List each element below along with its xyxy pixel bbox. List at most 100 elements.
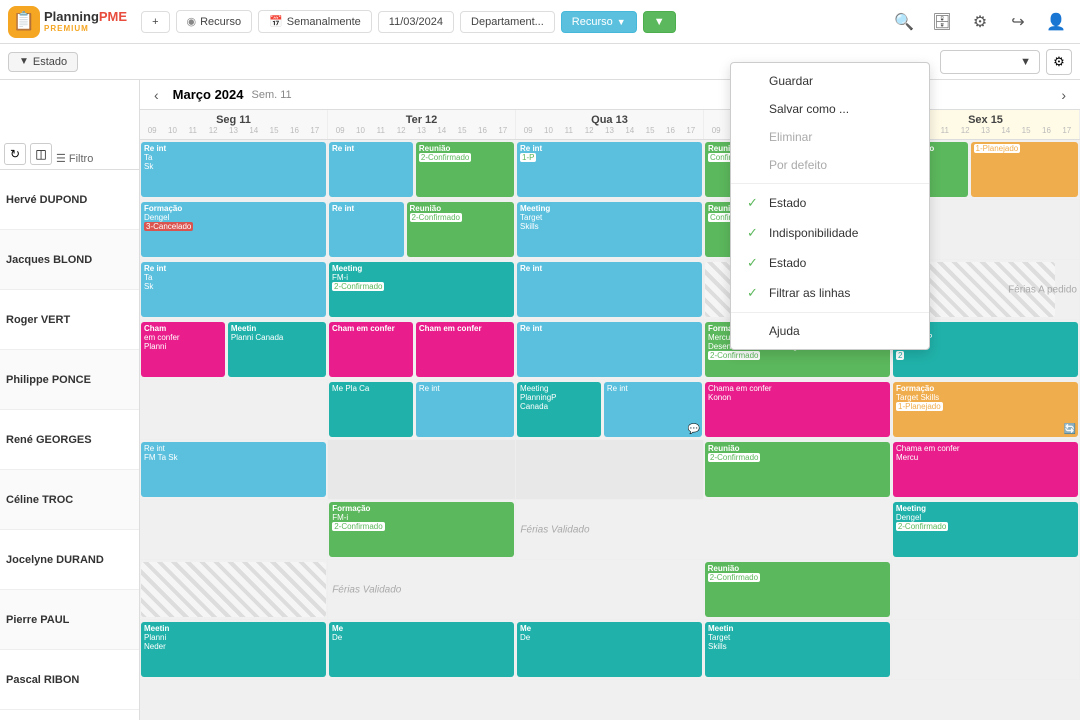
logo-premium: PREMIUM <box>44 24 127 33</box>
event-block[interactable]: Meeting FM-i 2-Confirmado <box>329 262 514 317</box>
cell-jacques-wed: Meeting Target Skills <box>516 200 704 259</box>
day-headers: Seg 11 091011121314151617 Ter 12 0910111… <box>140 110 1080 140</box>
resource-row: Hervé DUPOND <box>0 170 139 230</box>
event-block[interactable]: Re int FM Ta Sk <box>141 442 326 497</box>
row-herve: Re int TaSk Re int Reunião 2-Confirmado <box>140 140 1080 200</box>
database-button[interactable]: 🗄 <box>926 6 958 38</box>
right-calendar: ‹ Março 2024 Sem. 11 › Seg 11 0910111213… <box>140 80 1080 720</box>
event-block[interactable]: Re int <box>329 142 413 197</box>
cell-celine-thu: Reunião 2-Confirmado <box>704 440 892 499</box>
cell-rene-mon <box>140 380 328 439</box>
logo-suffix: PME <box>99 9 127 24</box>
tb2-settings-btn[interactable]: ⚙ <box>1046 49 1072 75</box>
departamento-button[interactable]: Departament... <box>460 11 555 33</box>
event-block[interactable]: Re int <box>517 322 702 377</box>
event-block[interactable]: Meetin Planni Neder <box>141 622 326 677</box>
event-block[interactable]: Me De <box>329 622 514 677</box>
resource-row: Céline TROC <box>0 470 139 530</box>
event-block[interactable]: Meetin Target Skills <box>705 622 890 677</box>
event-block[interactable]: Reunião 2-Confirmado <box>416 142 514 197</box>
event-block[interactable]: Me De <box>517 622 702 677</box>
row-roger: Re int TaSk Meeting FM-i 2-Confirmado <box>140 260 1080 320</box>
app-logo: 📋 PlanningPME PREMIUM <box>8 6 127 38</box>
event-block[interactable]: Re int 💬 <box>604 382 702 437</box>
event-block[interactable]: Me Pla Ca <box>329 382 413 437</box>
recurso-button[interactable]: ◉ Recurso <box>176 10 253 33</box>
menu-filtrar[interactable]: ✓ Filtrar as linhas <box>731 278 929 308</box>
menu-guardar[interactable]: Guardar <box>731 67 929 95</box>
event-block[interactable]: Meeting Dengel 2-Confirmado <box>893 502 1078 557</box>
semanalmente-label: Semanalmente <box>287 16 361 28</box>
estado-filter[interactable]: ▼ Estado <box>8 52 78 72</box>
menu-eliminar: Eliminar <box>731 123 929 151</box>
resource-name: Céline TROC <box>6 494 73 506</box>
event-block[interactable]: Cham em confer Planni <box>141 322 225 377</box>
next-btn[interactable]: › <box>1055 87 1072 103</box>
event-block[interactable]: Cham em confer <box>416 322 514 377</box>
event-block[interactable]: Cham em confer <box>329 322 413 377</box>
menu-indisponibilidade[interactable]: ✓ Indisponibilidade <box>731 218 929 248</box>
event-block[interactable]: Formação Dengel 3-Cancelado <box>141 202 326 257</box>
left-header: ↻ ◫ ☰ Filtro <box>0 80 139 170</box>
event-block[interactable]: Re int TaSk <box>141 262 326 317</box>
event-block[interactable]: Formação FM-i 2-Confirmado <box>329 502 514 557</box>
cal-week: Sem. 11 <box>252 89 292 101</box>
cal-body: Re int TaSk Re int Reunião 2-Confirmado <box>140 140 1080 720</box>
cell-philippe-tue: Cham em confer Cham em confer <box>328 320 516 379</box>
menu-estado-1[interactable]: ✓ Estado <box>731 188 929 218</box>
collapse-btn[interactable]: ◫ <box>30 143 52 165</box>
event-block[interactable]: Re int 1-P <box>517 142 702 197</box>
resource-row: Roger VERT <box>0 290 139 350</box>
menu-salvar[interactable]: Salvar como ... <box>731 95 929 123</box>
resource-row: Jacques BLOND <box>0 230 139 290</box>
event-block[interactable]: Chama em confer Mercu <box>893 442 1078 497</box>
semanalmente-button[interactable]: 📅 Semanalmente <box>258 10 372 33</box>
recurso-label: Recurso <box>200 16 241 28</box>
event-block[interactable]: Re int TaSk <box>141 142 326 197</box>
refresh-btn[interactable]: ↻ <box>4 143 26 165</box>
day-header-tue: Ter 12 091011121314151617 <box>328 110 516 139</box>
menu-estado-2[interactable]: ✓ Estado <box>731 248 929 278</box>
settings-button[interactable]: ⚙ <box>964 6 996 38</box>
cal-title: Março 2024 <box>173 87 244 102</box>
cell-rene-thu: Chama em confer Konon <box>704 380 892 439</box>
event-block[interactable]: Meetin Planni Canada <box>228 322 326 377</box>
event-block[interactable]: Re int <box>416 382 514 437</box>
row-pierre: Férias Validado Reunião 2-Confirmado <box>140 560 1080 620</box>
search-button[interactable]: 🔍 <box>888 6 920 38</box>
cell-jocelyne-tue: Formação FM-i 2-Confirmado <box>328 500 516 559</box>
event-block[interactable]: Reunião 2-Confirmado <box>705 562 890 617</box>
event-block[interactable]: Re int <box>517 262 702 317</box>
add-button[interactable]: + <box>141 11 169 33</box>
prev-btn[interactable]: ‹ <box>148 87 165 103</box>
cell-celine-fri: Chama em confer Mercu <box>892 440 1080 499</box>
cell-celine-tue <box>328 440 516 499</box>
filter-button[interactable]: ▼ <box>643 11 676 33</box>
event-block[interactable]: 1-Planejado <box>971 142 1078 197</box>
filter-label: ☰ Filtro <box>56 152 93 165</box>
event-block[interactable]: Meeting PlanningP Canada <box>517 382 601 437</box>
event-block[interactable]: Meeting Target Skills <box>517 202 702 257</box>
cell-rene-wed: Meeting PlanningP Canada Re int 💬 <box>516 380 704 439</box>
share-button[interactable]: ↪ <box>1002 6 1034 38</box>
event-block[interactable]: Formação Target Skills 1-Planejado 🔄 <box>893 382 1078 437</box>
date-button[interactable]: 11/03/2024 <box>378 11 454 33</box>
menu-sep-1 <box>731 183 929 184</box>
cell-pierre-tue-wed: Férias Validado <box>328 560 703 619</box>
event-block[interactable]: Reunião 2-Confirmado <box>705 442 890 497</box>
logo-name: Planning <box>44 9 99 24</box>
cell-pascal-thu: Meetin Target Skills <box>704 620 892 679</box>
resource-row: René GEORGES <box>0 410 139 470</box>
event-block[interactable]: Chama em confer Konon <box>705 382 890 437</box>
recurso2-button[interactable]: Recurso ▼ <box>561 11 637 33</box>
cell-jacques-tue: Re int Reunião 2-Confirmado <box>328 200 516 259</box>
cell-jocelyne-mon <box>140 500 328 559</box>
view-dropdown[interactable]: ▼ <box>940 50 1040 74</box>
user-button[interactable]: 👤 <box>1040 6 1072 38</box>
cell-philippe-wed: Re int <box>516 320 704 379</box>
cell-pascal-wed: Me De <box>516 620 704 679</box>
event-block[interactable]: Re int <box>329 202 404 257</box>
event-block[interactable]: Reunião 2-Confirmado <box>407 202 514 257</box>
menu-ajuda[interactable]: Ajuda <box>731 317 929 345</box>
cell-herve-tue: Re int Reunião 2-Confirmado <box>328 140 516 199</box>
